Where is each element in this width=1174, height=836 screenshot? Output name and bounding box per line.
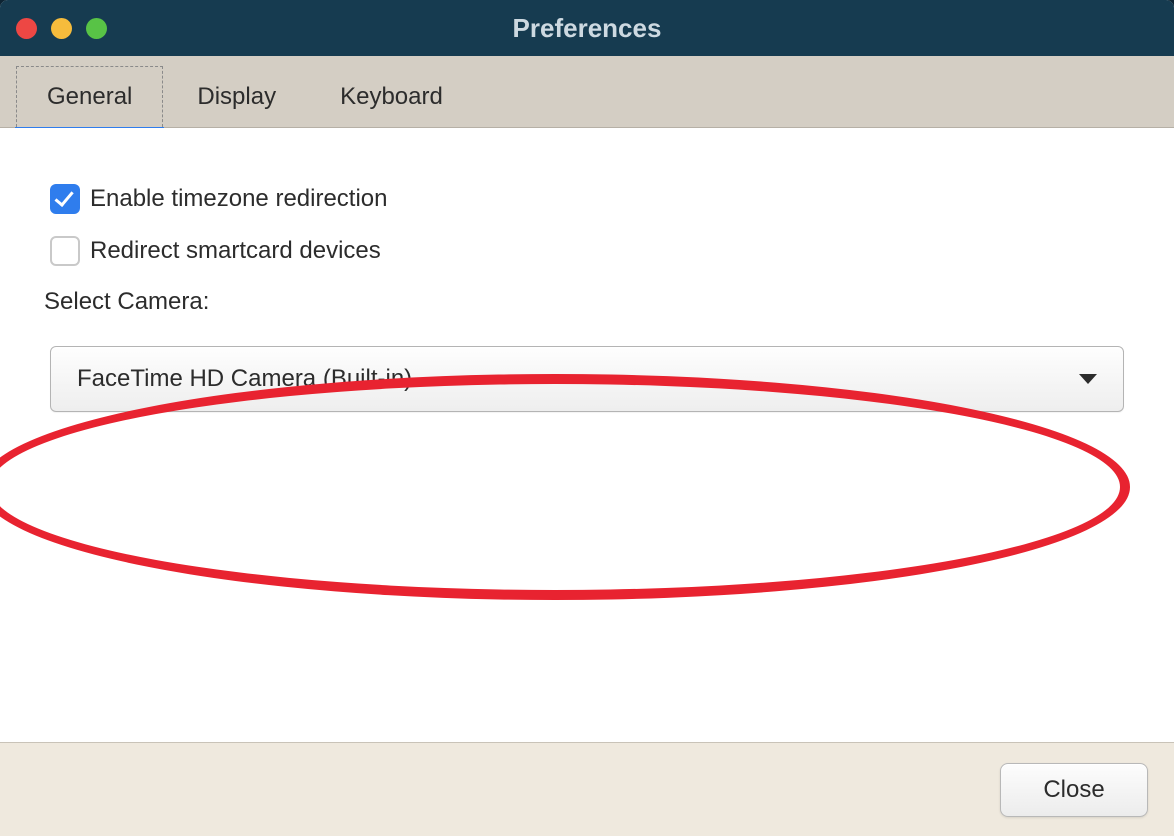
timezone-checkbox[interactable]	[50, 184, 80, 214]
tab-keyboard-label: Keyboard	[340, 83, 443, 110]
camera-section-label: Select Camera:	[44, 288, 1124, 316]
title-bar: Preferences	[0, 0, 1174, 56]
tab-keyboard[interactable]: Keyboard	[310, 67, 473, 127]
camera-selected-value: FaceTime HD Camera (Built-in)	[77, 365, 412, 393]
close-button-label: Close	[1043, 776, 1104, 803]
close-window-icon[interactable]	[16, 18, 37, 39]
smartcard-checkbox[interactable]	[50, 236, 80, 266]
tab-general[interactable]: General	[16, 66, 163, 127]
tab-bar: General Display Keyboard	[0, 56, 1174, 128]
tab-content: Enable timezone redirection Redirect sma…	[0, 128, 1174, 742]
tab-general-label: General	[47, 83, 132, 110]
tab-display[interactable]: Display	[167, 67, 306, 127]
timezone-row: Enable timezone redirection	[50, 184, 1124, 214]
camera-dropdown[interactable]: FaceTime HD Camera (Built-in)	[50, 346, 1124, 412]
check-icon	[54, 187, 73, 207]
minimize-window-icon[interactable]	[51, 18, 72, 39]
maximize-window-icon[interactable]	[86, 18, 107, 39]
smartcard-label: Redirect smartcard devices	[90, 237, 381, 265]
window-controls	[0, 18, 107, 39]
close-button[interactable]: Close	[1000, 763, 1148, 817]
smartcard-row: Redirect smartcard devices	[50, 236, 1124, 266]
tab-display-label: Display	[197, 83, 276, 110]
footer-bar: Close	[0, 742, 1174, 836]
timezone-label: Enable timezone redirection	[90, 185, 388, 213]
preferences-window: Preferences General Display Keyboard Ena…	[0, 0, 1174, 836]
chevron-down-icon	[1079, 374, 1097, 384]
window-title: Preferences	[0, 13, 1174, 44]
